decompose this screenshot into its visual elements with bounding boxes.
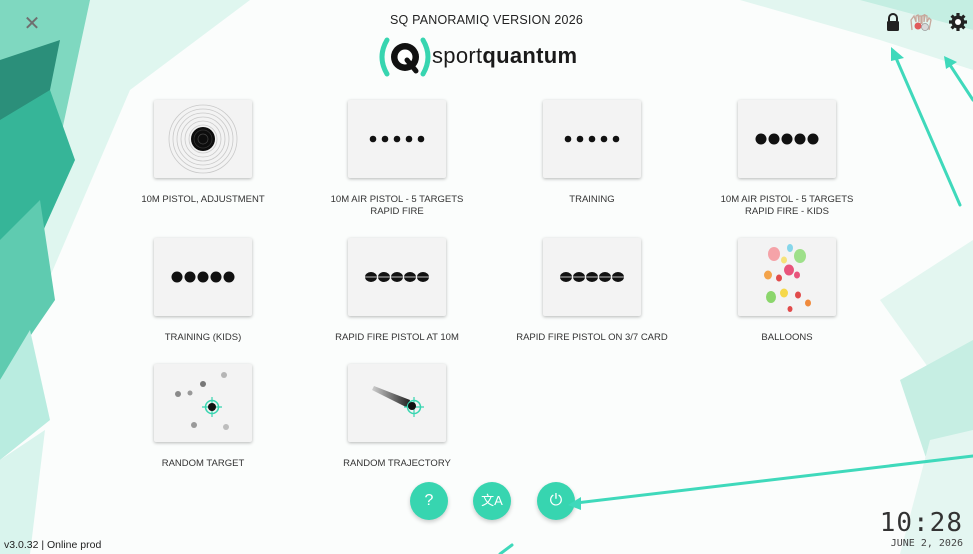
tile-label: RAPID FIRE PISTOL ON 3/7 CARD	[516, 332, 668, 343]
hands-icon[interactable]	[908, 12, 934, 32]
help-button[interactable]: ?	[410, 482, 448, 520]
five-striped-dots-icon	[557, 272, 627, 282]
random-trajectory-icon	[372, 386, 424, 417]
five-dots-thumbnail	[738, 100, 836, 178]
clock-time: 10:28	[879, 508, 963, 538]
tile-label: TRAINING	[569, 194, 615, 205]
five-dots-large-icon	[755, 133, 819, 145]
balloons-icon	[764, 244, 811, 312]
app-screen: ✕ SQ PANORAMIQ VERSION 2026 sportquantum	[0, 0, 973, 554]
five-striped-dots-icon	[362, 272, 432, 282]
tile-balloons[interactable]: BALLOONS	[692, 238, 882, 358]
sportquantum-logo: sportquantum	[375, 34, 625, 80]
balloons-thumbnail	[738, 238, 836, 316]
tile-label: RANDOM TARGET	[161, 458, 245, 469]
tile-10m-air-pistol-rapid-fire-kids[interactable]: 10M AIR PISTOL - 5 TARGETS RAPID FIRE - …	[692, 100, 882, 220]
five-dots-thumbnail	[543, 100, 641, 178]
striped-dots-thumbnail	[348, 238, 446, 316]
target-thumbnail	[154, 100, 252, 178]
random-trajectory-thumbnail	[348, 364, 446, 442]
tile-label: 10M AIR PISTOL - 5 TARGETS RAPID FIRE - …	[720, 194, 854, 217]
logo-mark-icon	[379, 37, 431, 77]
tile-label: 10M AIR PISTOL - 5 TARGETS RAPID FIRE	[330, 194, 464, 217]
five-dots-small-icon	[369, 135, 425, 143]
clock-date: JUNE 2, 2026	[890, 538, 963, 549]
five-dots-thumbnail	[348, 100, 446, 178]
tile-rapid-fire-pistol-37-card[interactable]: RAPID FIRE PISTOL ON 3/7 CARD	[497, 238, 687, 358]
close-button[interactable]: ✕	[20, 12, 44, 36]
tile-label: BALLOONS	[761, 332, 813, 343]
app-title: SQ PANORAMIQ VERSION 2026	[389, 13, 584, 27]
tile-label: 10M PISTOL, ADJUSTMENT	[141, 194, 265, 205]
tile-random-trajectory[interactable]: RANDOM TRAJECTORY	[302, 364, 492, 484]
logo-text: sportquantum	[432, 43, 578, 68]
tile-random-target[interactable]: RANDOM TARGET	[108, 364, 298, 484]
five-dots-thumbnail	[154, 238, 252, 316]
tile-10m-air-pistol-rapid-fire[interactable]: 10M AIR PISTOL - 5 TARGETS RAPID FIRE	[302, 100, 492, 220]
translate-button[interactable]: 文A	[473, 482, 511, 520]
striped-dots-thumbnail	[543, 238, 641, 316]
five-dots-small-icon	[564, 135, 620, 143]
random-target-thumbnail	[154, 364, 252, 442]
random-target-icon	[175, 372, 229, 430]
power-button[interactable]: ⏻	[537, 482, 575, 520]
tile-label: RANDOM TRAJECTORY	[343, 458, 451, 469]
tile-label: TRAINING (KIDS)	[164, 332, 242, 343]
tile-training-kids[interactable]: TRAINING (KIDS)	[108, 238, 298, 358]
version-label: v3.0.32 | Online prod	[4, 539, 102, 551]
tile-label: RAPID FIRE PISTOL AT 10M	[335, 332, 459, 343]
target-icon	[168, 104, 238, 174]
tile-training[interactable]: TRAINING	[497, 100, 687, 220]
tile-rapid-fire-pistol-10m[interactable]: RAPID FIRE PISTOL AT 10M	[302, 238, 492, 358]
settings-gear-icon[interactable]	[948, 12, 968, 32]
lock-icon[interactable]	[883, 12, 903, 32]
tile-10m-pistol-adjustment[interactable]: 10M PISTOL, ADJUSTMENT	[108, 100, 298, 220]
five-dots-large-icon	[171, 271, 235, 283]
